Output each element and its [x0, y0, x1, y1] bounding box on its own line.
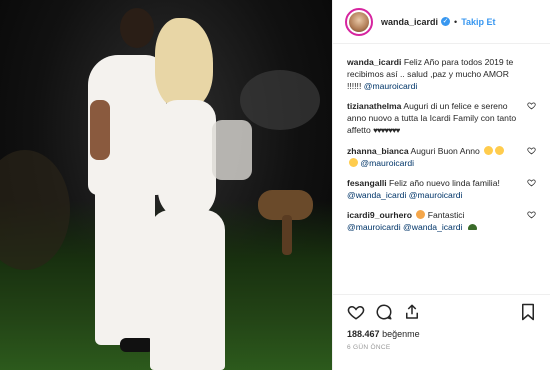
photo-bystander: [212, 120, 252, 180]
caption-mention[interactable]: @mauroicardi: [364, 81, 418, 91]
photo-woman-dress: [150, 210, 225, 370]
comment-mention[interactable]: @mauroicardi: [347, 222, 401, 232]
photo-man-arm: [90, 100, 110, 160]
header-username[interactable]: wanda_icardi: [381, 17, 438, 27]
comment-username[interactable]: tizianathelma: [347, 101, 401, 111]
post-actions: 188.467 beğenme 6 GÜN ÖNCE: [333, 294, 550, 370]
likes-count[interactable]: 188.467 beğenme: [347, 329, 536, 339]
comment-item: zhanna_bianca Auguri Buon Anno @mauroica…: [347, 145, 536, 169]
comment-username[interactable]: zhanna_bianca: [347, 146, 409, 156]
comment-mention[interactable]: @mauroicardi: [409, 190, 463, 200]
grin-emoji-icon: [484, 146, 494, 155]
photo-man-head: [120, 8, 154, 48]
verified-badge-icon: ✓: [441, 17, 451, 26]
like-comment-heart-icon[interactable]: [527, 210, 536, 219]
photo-man-leg-left: [95, 185, 125, 345]
comment-item: icardi9_ourhero Fantastici @mauroicardi …: [347, 209, 536, 233]
grin-emoji-icon: [495, 146, 505, 155]
photo-man-shoe: [120, 338, 154, 352]
comment-text: Feliz año nuevo linda familia!: [389, 178, 500, 188]
kiss-emoji-icon: [349, 158, 358, 167]
photo-tree-right: [240, 70, 320, 130]
likes-label: beğenme: [382, 329, 420, 339]
photo-woman-torso: [158, 100, 216, 220]
photo-dog-leg: [282, 215, 292, 255]
like-comment-heart-icon[interactable]: [527, 101, 536, 110]
comment-emoji-hearts: ♥♥♥♥♥♥♥: [373, 126, 400, 135]
caption-username[interactable]: wanda_icardi: [347, 57, 401, 67]
turtle-emoji-icon: [467, 224, 477, 230]
heart-eyes-emoji-icon: [416, 210, 426, 219]
comment-item: fesangalli Feliz año nuevo linda familia…: [347, 177, 536, 201]
instagram-post: wanda_icardi ✓ • Takip Et wanda_icardi F…: [0, 0, 550, 370]
comment-item: tizianathelma Auguri di un felice e sere…: [347, 100, 536, 137]
bookmark-icon[interactable]: [520, 303, 536, 321]
header-separator: •: [454, 16, 458, 27]
comment-mention[interactable]: @wanda_icardi: [347, 190, 406, 200]
share-icon[interactable]: [403, 303, 421, 321]
caption: wanda_icardi Feliz Año para todos 2019 t…: [347, 56, 536, 92]
photo-woman-hair: [155, 18, 213, 108]
like-comment-heart-icon[interactable]: [527, 178, 536, 187]
post-header: wanda_icardi ✓ • Takip Et: [333, 0, 550, 44]
avatar[interactable]: [345, 7, 373, 36]
action-icons: [347, 301, 536, 323]
comment-username[interactable]: fesangalli: [347, 178, 387, 188]
comment-mention[interactable]: @wanda_icardi: [403, 222, 462, 232]
follow-button[interactable]: Takip Et: [461, 17, 495, 27]
heart-icon[interactable]: [347, 303, 365, 321]
post-sidebar: wanda_icardi ✓ • Takip Et wanda_icardi F…: [332, 0, 550, 370]
post-timestamp[interactable]: 6 GÜN ÖNCE: [347, 344, 536, 351]
comment-mention[interactable]: @mauroicardi: [360, 158, 414, 168]
comment-text: Fantastici: [427, 210, 465, 220]
post-photo[interactable]: [0, 0, 332, 370]
comments-list[interactable]: wanda_icardi Feliz Año para todos 2019 t…: [333, 44, 550, 294]
like-comment-heart-icon[interactable]: [527, 146, 536, 155]
comment-text: Auguri Buon Anno: [410, 146, 480, 156]
likes-number: 188.467: [347, 329, 380, 339]
comment-icon[interactable]: [375, 303, 393, 321]
comment-username[interactable]: icardi9_ourhero: [347, 210, 412, 220]
